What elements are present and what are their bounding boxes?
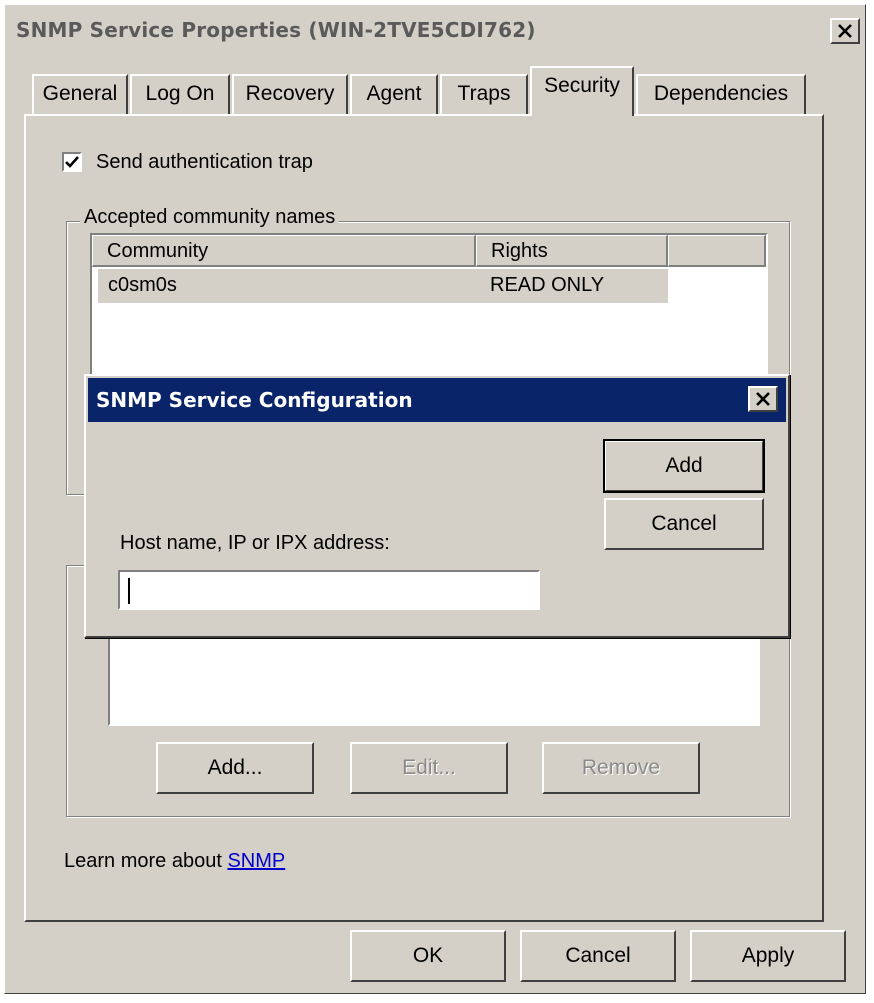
edit-host-button[interactable]: Edit... bbox=[350, 742, 508, 794]
tab-log-on[interactable]: Log On bbox=[130, 74, 230, 114]
button-label: Cancel bbox=[565, 944, 631, 967]
button-label: Apply bbox=[741, 944, 795, 967]
button-label: Edit... bbox=[402, 756, 456, 779]
dialog-close-button[interactable] bbox=[748, 386, 778, 412]
column-header-label: Rights bbox=[491, 240, 548, 262]
send-auth-trap-label: Send authentication trap bbox=[96, 151, 313, 173]
tab-recovery[interactable]: Recovery bbox=[232, 74, 348, 114]
button-label: Add... bbox=[207, 756, 263, 779]
learn-more-prefix: Learn more about bbox=[64, 850, 228, 872]
tab-general[interactable]: General bbox=[32, 74, 128, 114]
column-header-community[interactable]: Community bbox=[92, 235, 476, 267]
dialog-add-button[interactable]: Add bbox=[603, 439, 765, 493]
tab-label: Agent bbox=[366, 82, 422, 105]
community-list[interactable]: Community Rights c0sm0s READ ONLY bbox=[90, 233, 768, 383]
button-label: OK bbox=[412, 944, 444, 967]
button-label: Cancel bbox=[651, 512, 717, 535]
add-host-button[interactable]: Add... bbox=[156, 742, 314, 794]
learn-more-text: Learn more about SNMP bbox=[64, 850, 285, 873]
dialog-cancel-button[interactable]: Cancel bbox=[604, 498, 764, 550]
tab-security[interactable]: Security bbox=[530, 66, 634, 116]
button-label: Add bbox=[665, 454, 703, 477]
tab-agent[interactable]: Agent bbox=[350, 74, 438, 114]
window-title-bar: SNMP Service Properties (WIN-2TVE5CDI762… bbox=[6, 6, 864, 56]
window-title: SNMP Service Properties (WIN-2TVE5CDI762… bbox=[16, 18, 536, 42]
text-caret bbox=[128, 578, 130, 604]
community-group-label: Accepted community names bbox=[80, 206, 340, 229]
checkmark-icon bbox=[65, 156, 79, 168]
ok-button[interactable]: OK bbox=[350, 930, 506, 982]
table-row[interactable]: c0sm0s READ ONLY bbox=[98, 269, 668, 303]
tab-dependencies[interactable]: Dependencies bbox=[636, 74, 806, 114]
cancel-button[interactable]: Cancel bbox=[520, 930, 676, 982]
tab-traps[interactable]: Traps bbox=[440, 74, 528, 114]
tab-label: Dependencies bbox=[653, 82, 789, 105]
host-address-input[interactable] bbox=[118, 570, 540, 610]
close-icon bbox=[756, 392, 770, 406]
hosts-list[interactable] bbox=[108, 630, 760, 726]
button-label: Remove bbox=[581, 756, 661, 779]
tab-label: General bbox=[42, 82, 118, 105]
column-header-blank bbox=[668, 235, 766, 267]
apply-button[interactable]: Apply bbox=[690, 930, 846, 982]
remove-host-button[interactable]: Remove bbox=[542, 742, 700, 794]
close-icon bbox=[838, 24, 852, 38]
community-cell: c0sm0s bbox=[108, 274, 177, 296]
tab-label: Security bbox=[544, 74, 620, 97]
host-address-label: Host name, IP or IPX address: bbox=[120, 532, 390, 554]
window-close-button[interactable] bbox=[830, 18, 860, 44]
send-auth-trap-checkbox[interactable] bbox=[62, 152, 82, 172]
dialog-title: SNMP Service Configuration bbox=[96, 388, 413, 412]
dialog-title-bar: SNMP Service Configuration bbox=[88, 378, 786, 422]
tab-label: Traps bbox=[457, 82, 511, 105]
rights-cell: READ ONLY bbox=[490, 274, 605, 296]
column-header-label: Community bbox=[107, 240, 209, 262]
snmp-help-link[interactable]: SNMP bbox=[227, 850, 285, 872]
column-header-rights[interactable]: Rights bbox=[476, 235, 668, 267]
tab-label: Recovery bbox=[245, 82, 335, 105]
tab-label: Log On bbox=[145, 82, 215, 105]
